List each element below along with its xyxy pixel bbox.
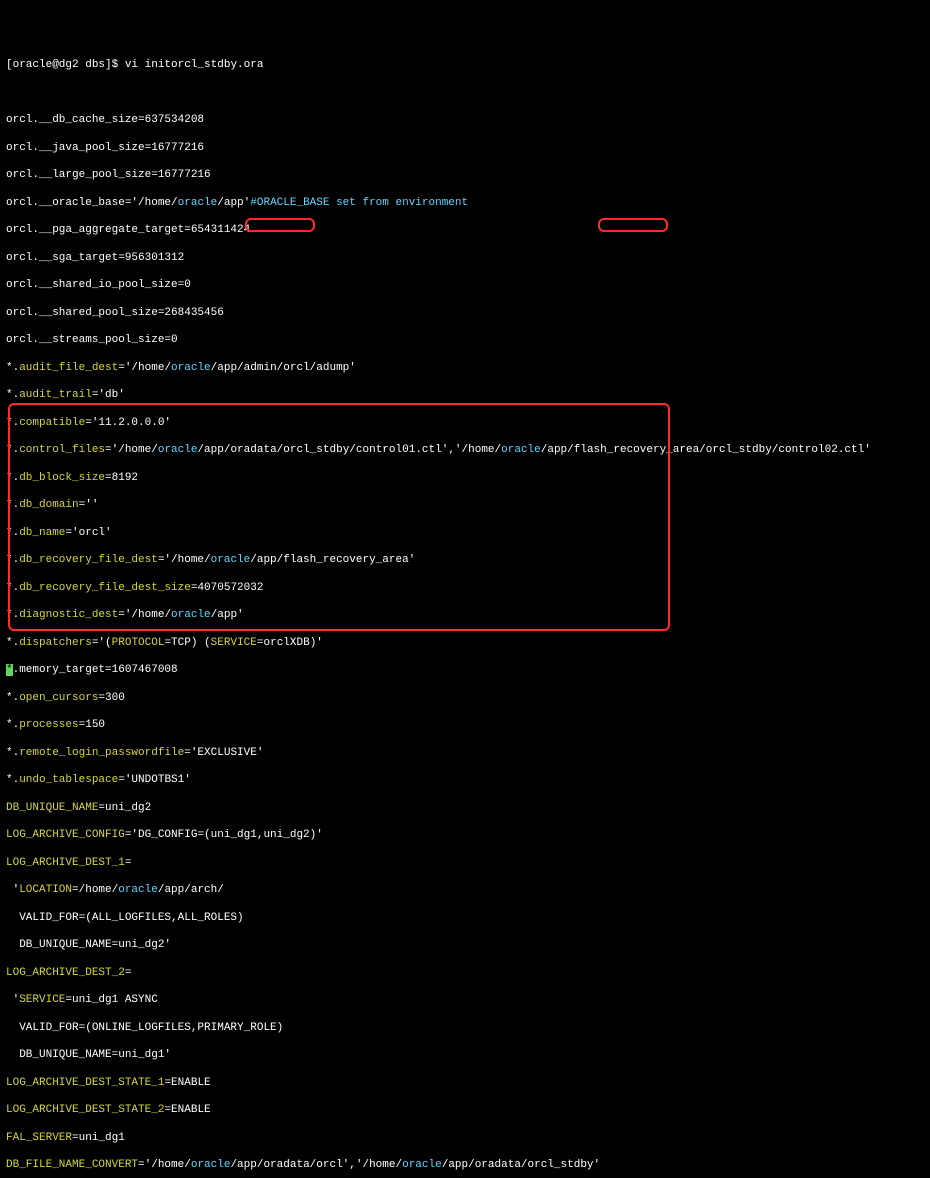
dg-line: LOG_ARCHIVE_CONFIG='DG_CONFIG=(uni_dg1,u… <box>6 829 924 843</box>
dg-line: DB_FILE_NAME_CONVERT='/home/oracle/app/o… <box>6 1159 924 1173</box>
param-line: orcl.__shared_pool_size=268435456 <box>6 307 924 321</box>
param-line: *.remote_login_passwordfile='EXCLUSIVE' <box>6 747 924 761</box>
param-line: orcl.__streams_pool_size=0 <box>6 334 924 348</box>
param-line: *.compatible='11.2.0.0.0' <box>6 417 924 431</box>
param-line: *.db_block_size=8192 <box>6 472 924 486</box>
dg-line: LOG_ARCHIVE_DEST_STATE_1=ENABLE <box>6 1077 924 1091</box>
param-line: *.undo_tablespace='UNDOTBS1' <box>6 774 924 788</box>
dg-line: DB_UNIQUE_NAME=uni_dg1' <box>6 1049 924 1063</box>
terminal[interactable]: [oracle@dg2 dbs]$ vi initorcl_stdby.ora … <box>6 45 924 1178</box>
param-line: *.audit_trail='db' <box>6 389 924 403</box>
param-line: *.db_name='orcl' <box>6 527 924 541</box>
dg-line: VALID_FOR=(ONLINE_LOGFILES,PRIMARY_ROLE) <box>6 1022 924 1036</box>
dg-line: FAL_SERVER=uni_dg1 <box>6 1132 924 1146</box>
param-line: *.processes=150 <box>6 719 924 733</box>
param-line: *.open_cursors=300 <box>6 692 924 706</box>
dg-line: 'SERVICE=uni_dg1 ASYNC <box>6 994 924 1008</box>
dg-line: VALID_FOR=(ALL_LOGFILES,ALL_ROLES) <box>6 912 924 926</box>
dg-line: LOG_ARCHIVE_DEST_2= <box>6 967 924 981</box>
param-line: *.db_recovery_file_dest_size=4070572032 <box>6 582 924 596</box>
param-line: orcl.__large_pool_size=16777216 <box>6 169 924 183</box>
param-line: orcl.__db_cache_size=637534208 <box>6 114 924 128</box>
prompt-line: [oracle@dg2 dbs]$ vi initorcl_stdby.ora <box>6 59 924 73</box>
dg-line: LOG_ARCHIVE_DEST_STATE_2=ENABLE <box>6 1104 924 1118</box>
param-line: *.control_files='/home/oracle/app/oradat… <box>6 444 924 458</box>
highlight-box <box>8 403 670 631</box>
param-line: orcl.__sga_target=956301312 <box>6 252 924 266</box>
param-line: orcl.__pga_aggregate_target=654311424 <box>6 224 924 238</box>
param-line: orcl.__java_pool_size=16777216 <box>6 142 924 156</box>
cursor: * <box>6 664 13 676</box>
param-line: orcl.__shared_io_pool_size=0 <box>6 279 924 293</box>
param-line: orcl.__oracle_base='/home/oracle/app'#OR… <box>6 197 924 211</box>
dg-line: LOG_ARCHIVE_DEST_1= <box>6 857 924 871</box>
param-line: *.db_domain='' <box>6 499 924 513</box>
dg-line: 'LOCATION=/home/oracle/app/arch/ <box>6 884 924 898</box>
dg-line: DB_UNIQUE_NAME=uni_dg2' <box>6 939 924 953</box>
dg-line: DB_UNIQUE_NAME=uni_dg2 <box>6 802 924 816</box>
param-line: *.memory_target=1607467008 <box>6 664 924 678</box>
param-line: *.dispatchers='(PROTOCOL=TCP) (SERVICE=o… <box>6 637 924 651</box>
param-line: *.audit_file_dest='/home/oracle/app/admi… <box>6 362 924 376</box>
param-line: *.diagnostic_dest='/home/oracle/app' <box>6 609 924 623</box>
param-line: *.db_recovery_file_dest='/home/oracle/ap… <box>6 554 924 568</box>
blank-line <box>6 87 924 101</box>
